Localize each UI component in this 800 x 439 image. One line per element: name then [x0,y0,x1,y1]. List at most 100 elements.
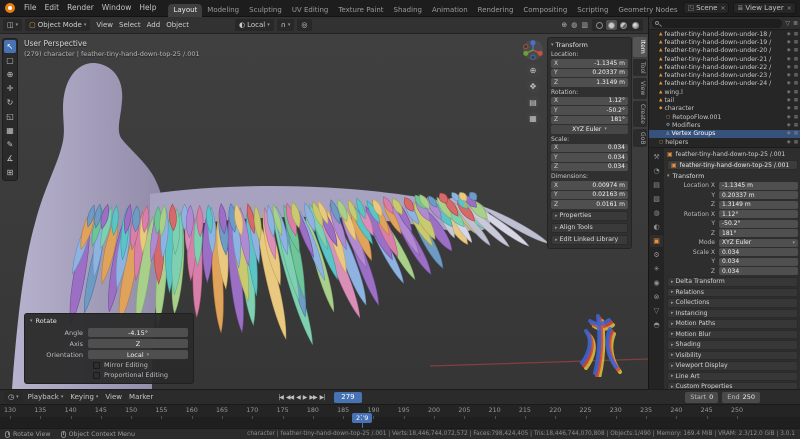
jump-to-start-button[interactable]: |◀ [278,394,283,401]
camera-icon[interactable]: ▦ [794,140,798,145]
camera-icon[interactable]: ▦ [794,123,798,128]
outliner-row-feather-tiny-hand-down-under-22[interactable]: ▲feather-tiny-hand-down-under-22 /◉▦ [649,63,800,71]
outliner-row-feather-tiny-hand-down-under-24[interactable]: ▲feather-tiny-hand-down-under-24 /◉▦ [649,80,800,88]
viewport-canvas[interactable]: ↖▢⊕✛↻◱▦✎∡⊞ User Perspective (279) charac… [0,34,648,389]
section-line-art[interactable]: ▸Line Art [667,372,798,382]
section-collections[interactable]: ▸Collections [667,298,798,308]
dimensions-x-field[interactable]: X0.00974 m [551,181,628,190]
outliner-row-character[interactable]: ◆character◉▦ [649,105,800,113]
scene-selector[interactable]: ◳ Scene × [683,2,729,14]
camera-icon[interactable]: ▦ [794,65,798,70]
panel-section-edit-linked-library[interactable]: ▸Edit Linked Library [551,235,628,245]
properties-tab-tool[interactable]: ⚒ [650,151,663,163]
proportional-editing-button[interactable]: ◎ [297,19,311,31]
rotation-z-field[interactable]: Z181° [551,116,628,125]
outliner-row-modifiers[interactable]: ⚙Modifiers◉▦ [649,121,800,129]
rotation-x-field[interactable]: 1.12° [719,210,798,218]
location-x-field[interactable]: X-1.1345 m [551,59,628,68]
timeline-menu-marker[interactable]: Marker [129,393,153,401]
section-motion-blur[interactable]: ▸Motion Blur [667,330,798,340]
mirror-editing-checkbox[interactable] [93,362,100,369]
location-y-field[interactable]: Y0.20337 m [551,69,628,78]
y-field[interactable]: 0.20337 m [719,191,798,199]
outliner-row-feather-tiny-hand-down-under-20[interactable]: ▲feather-tiny-hand-down-under-20 /◉▦ [649,47,800,55]
n-tab-tool[interactable]: Tool [633,59,647,77]
camera-icon[interactable]: ▦ [794,81,798,86]
eye-icon[interactable]: ◉ [787,140,791,145]
current-frame-field[interactable]: 279 [334,392,361,403]
menu-edit[interactable]: Edit [41,0,64,16]
transform-panel-header[interactable]: ▾ Transform [551,41,628,49]
rotation-y-field[interactable]: Y-50.2° [551,106,628,115]
prev-keyframe-button[interactable]: ◀◀ [286,394,293,401]
dimensions-z-field[interactable]: Z0.0161 m [551,200,628,209]
menu-help[interactable]: Help [135,0,160,16]
rotation-x-field[interactable]: X1.12° [551,97,628,106]
section-visibility[interactable]: ▸Visibility [667,351,798,361]
section-custom-properties[interactable]: ▸Custom Properties [667,382,798,389]
n-tab-item[interactable]: Item [633,37,647,57]
xray-toggle-icon[interactable]: ▥ [581,21,588,29]
rotation-mode-dropdown[interactable]: XYZ Euler▾ [551,125,628,134]
workspace-tab-compositing[interactable]: Compositing [518,4,572,17]
play-reverse-button[interactable]: ◀ [296,394,300,401]
section-instancing[interactable]: ▸Instancing [667,309,798,319]
properties-tab-scene[interactable]: ◍ [650,207,663,219]
camera-icon[interactable]: ▦ [794,40,798,45]
tool-add-cube[interactable]: ⊞ [4,166,16,179]
shading-wireframe-button[interactable] [594,20,605,30]
view-layer-selector[interactable]: ≣ View Layer × [733,2,795,14]
axis-field[interactable]: Z [88,339,188,348]
section-relations[interactable]: ▸Relations [667,288,798,298]
mode-selector[interactable]: ▢ Object Mode ▾ [25,19,90,31]
timeline-menu-playback[interactable]: Playback▾ [28,393,64,401]
viewport-menu-add[interactable]: Add [144,21,164,29]
outliner-row-feather-tiny-hand-down-under-23[interactable]: ▲feather-tiny-hand-down-under-23 /◉▦ [649,71,800,79]
properties-tab-physics[interactable]: ◉ [650,277,663,289]
scale-x-field[interactable]: X0.034 [551,144,628,153]
transform-section-header[interactable]: ▾ Transform [667,171,798,181]
tool-select-box[interactable]: ▢ [4,54,16,67]
panel-section-properties[interactable]: ▸Properties [551,211,628,221]
workspace-tab-rendering[interactable]: Rendering [473,4,519,17]
eye-icon[interactable]: ◉ [787,48,791,53]
mode-field[interactable]: XYZ Euler▾ [719,239,798,247]
z-field[interactable]: 1.3149 m [719,201,798,209]
scale-z-field[interactable]: Z0.034 [551,163,628,172]
scene-unlink-icon[interactable]: × [719,5,725,12]
viewport-menu-object[interactable]: Object [163,21,192,29]
eye-icon[interactable]: ◉ [787,106,791,111]
start-frame-field[interactable]: Start 0 [685,392,718,403]
properties-tab-modifiers[interactable]: ⚙ [650,249,663,261]
workspace-tab-modeling[interactable]: Modeling [202,4,244,17]
shading-material-button[interactable] [618,20,629,30]
y-field[interactable]: 0.034 [719,258,798,266]
section-shading[interactable]: ▸Shading [667,340,798,350]
outliner-row-retopoflow-001[interactable]: ▢RetopoFlow.001◉▦ [649,113,800,121]
eye-icon[interactable]: ◉ [787,131,791,136]
outliner-row-tail[interactable]: ▲tail◉▦ [649,96,800,104]
properties-tab-particles[interactable]: ✳ [650,263,663,275]
n-tab-create[interactable]: Create [633,101,647,127]
workspace-tab-animation[interactable]: Animation [427,4,473,17]
dimensions-y-field[interactable]: Y0.02163 m [551,191,628,200]
panel-section-align-tools[interactable]: ▸Align Tools [551,223,628,233]
section-motion-paths[interactable]: ▸Motion Paths [667,319,798,329]
camera-icon[interactable]: ▦ [794,98,798,103]
menu-render[interactable]: Render [63,0,98,16]
properties-tab-world[interactable]: ◐ [650,221,663,233]
playhead[interactable]: 279 [352,405,372,424]
workspace-tab-geometry-nodes[interactable]: Geometry Nodes [613,4,682,17]
eye-icon[interactable]: ◉ [787,90,791,95]
camera-icon[interactable]: ▦ [794,48,798,53]
outliner-row-vertex-groups[interactable]: ◬Vertex Groups◉▦ [649,130,800,138]
blender-logo-icon[interactable] [5,3,15,13]
eye-icon[interactable]: ◉ [787,32,791,37]
properties-tab-object[interactable]: ▣ [650,235,663,247]
outliner-row-feather-tiny-hand-down-under-19[interactable]: ▲feather-tiny-hand-down-under-19 /◉▦ [649,38,800,46]
workspace-tab-uv-editing[interactable]: UV Editing [287,4,334,17]
outliner-row-feather-tiny-hand-down-under-21[interactable]: ▲feather-tiny-hand-down-under-21 /◉▦ [649,55,800,63]
proportional-editing-checkbox[interactable] [93,372,100,379]
n-tab-view[interactable]: View [633,78,647,98]
scale-x-field[interactable]: 0.034 [719,248,798,256]
